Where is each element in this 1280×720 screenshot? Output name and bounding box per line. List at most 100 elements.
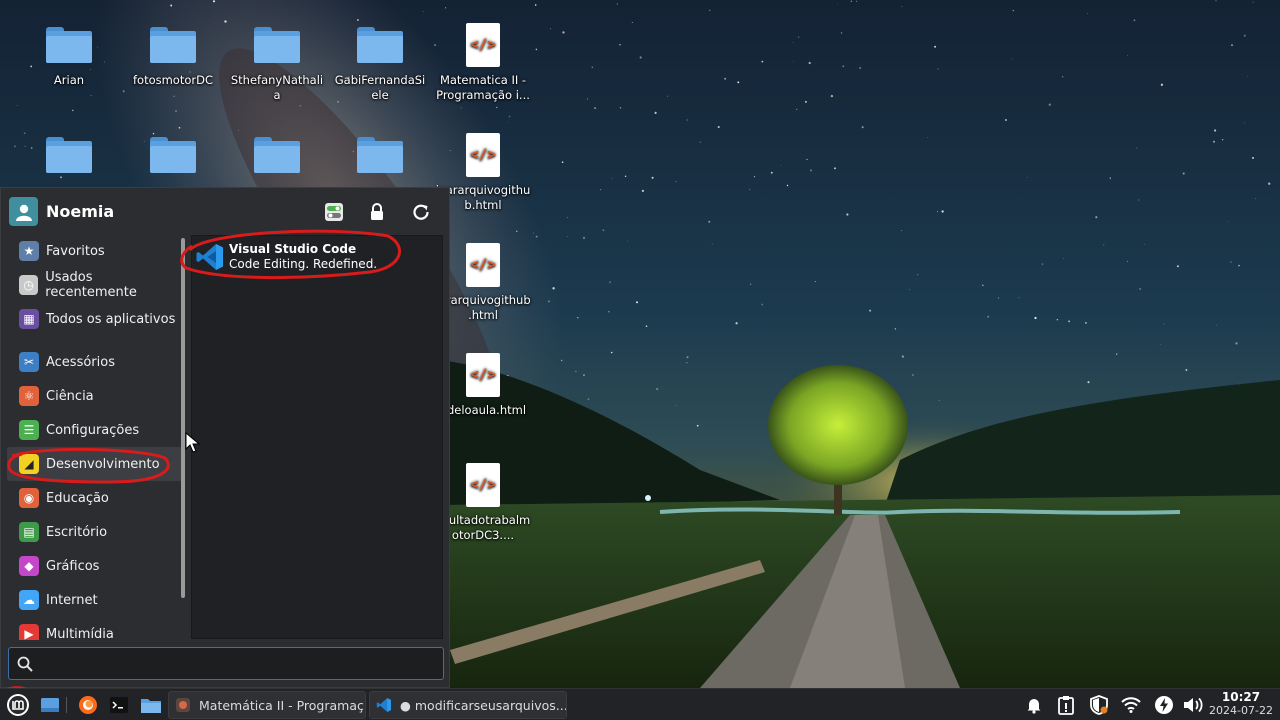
volume-button[interactable]	[1182, 693, 1206, 717]
network-button[interactable]	[1119, 693, 1143, 717]
logout-button[interactable]	[409, 200, 433, 224]
desktop-folder[interactable]	[21, 130, 117, 183]
folder-icon	[229, 20, 325, 70]
category-item[interactable]: ★ Favoritos	[7, 234, 183, 268]
window-button-vscode[interactable]: ● modificarseusarquivos....	[369, 691, 567, 719]
application-menu: Noemia ★ Favoritos ◷ Usados recentemente ▦ To…	[0, 187, 450, 688]
desktop-folder[interactable]: GabiFernandaSiele	[332, 20, 428, 103]
desktop-folder[interactable]: SthefanyNathalia	[229, 20, 325, 103]
desktop-folder[interactable]	[332, 130, 428, 183]
search-icon	[17, 656, 33, 672]
html-file-icon: </>	[435, 20, 531, 70]
desktop-icon-label: Arian	[53, 73, 85, 87]
folder-icon	[21, 20, 117, 70]
start-menu-button[interactable]	[4, 692, 32, 718]
category-separator	[7, 336, 183, 345]
category-scrollbar[interactable]	[181, 238, 185, 598]
terminal-icon	[110, 697, 128, 713]
notifications-button[interactable]	[1022, 693, 1046, 717]
power-bolt-icon	[1155, 696, 1173, 714]
category-label: Multimídia	[46, 626, 114, 641]
clock-date: 2024-07-22	[1209, 704, 1273, 717]
window-title: ● modificarseusarquivos....	[400, 697, 567, 713]
folder-icon	[332, 130, 428, 180]
grid-icon: ▦	[19, 309, 39, 329]
category-label: Favoritos	[46, 243, 105, 259]
bell-icon	[1027, 699, 1041, 714]
category-item[interactable]: ◢ Desenvolvimento	[7, 447, 183, 481]
power-manager-button[interactable]	[1152, 693, 1176, 717]
firefox-launcher[interactable]	[76, 692, 100, 718]
lock-icon	[371, 203, 383, 220]
category-item[interactable]: ☰ Configurações	[7, 413, 183, 447]
settings-icon	[325, 203, 343, 221]
app-name: Visual Studio Code	[229, 242, 357, 256]
folder-icon	[125, 20, 221, 70]
desktop-folder[interactable]	[229, 130, 325, 183]
office-icon: ▤	[19, 522, 39, 542]
desktop-folder[interactable]: Arian	[21, 20, 117, 88]
vscode-icon	[196, 244, 223, 270]
category-item[interactable]: ☁ Internet	[7, 583, 183, 617]
category-list: ★ Favoritos ◷ Usados recentemente ▦ Todos os …	[7, 234, 183, 640]
category-item[interactable]: ◆ Gráficos	[7, 549, 183, 583]
application-list: Visual Studio Code Code Editing. Redefin…	[191, 235, 443, 639]
app-description: Code Editing. Redefined.	[229, 257, 378, 271]
category-item[interactable]: ✂ Acessórios	[7, 345, 183, 379]
folder-icon	[229, 130, 325, 180]
username-label: Noemia	[46, 202, 115, 221]
desktop-folder[interactable]	[125, 130, 221, 183]
file-manager-launcher[interactable]	[139, 692, 163, 718]
category-label: Educação	[46, 490, 109, 506]
window-button-browser[interactable]: Matemática II - Programaç...	[168, 691, 366, 719]
category-item[interactable]: ⚛ Ciência	[7, 379, 183, 413]
app-item-vscode[interactable]: Visual Studio Code Code Editing. Redefin…	[195, 239, 440, 275]
category-label: Internet	[46, 592, 98, 608]
clipboard-button[interactable]	[1054, 693, 1078, 717]
category-item[interactable]: ◷ Usados recentemente	[7, 268, 183, 302]
desktop-icon-label: GabiFernandaSiele	[334, 73, 426, 102]
category-label: Desenvolvimento	[46, 456, 160, 472]
category-label: Usados recentemente	[45, 270, 137, 300]
desktop-icon-label: Matematica II - Programação i...	[436, 73, 530, 102]
folder-icon	[125, 130, 221, 180]
category-item[interactable]: ▶ Multimídia	[7, 617, 183, 640]
clock-time: 10:27	[1221, 690, 1261, 704]
category-label: Ciência	[46, 388, 94, 404]
show-desktop-button[interactable]	[38, 692, 62, 718]
user-icon	[15, 204, 32, 221]
search-box[interactable]	[8, 647, 444, 680]
lock-screen-button[interactable]	[365, 200, 389, 224]
terminal-launcher[interactable]	[107, 692, 131, 718]
taskbar: Matemática II - Programaç... ● modificar…	[0, 688, 1280, 720]
category-item[interactable]: ▦ Todos os aplicativos	[7, 302, 183, 336]
desktop-folder[interactable]: fotosmotorDC	[125, 20, 221, 88]
education-icon: ◉	[19, 488, 39, 508]
shield-icon	[1090, 695, 1108, 715]
category-item[interactable]: ◉ Educação	[7, 481, 183, 515]
category-label: Acessórios	[46, 354, 115, 370]
mint-logo-icon	[7, 694, 29, 716]
clock-icon: ◷	[19, 275, 39, 295]
user-avatar[interactable]	[9, 197, 38, 226]
folder-icon	[141, 699, 161, 713]
volume-icon	[1184, 697, 1203, 713]
category-label: Escritório	[46, 524, 108, 540]
clipboard-icon	[1058, 696, 1074, 715]
clock[interactable]: 10:27 2024-07-22	[1206, 690, 1276, 718]
vscode-icon	[376, 698, 391, 712]
desktop-icon	[41, 698, 59, 712]
category-item[interactable]: ▤ Escritório	[7, 515, 183, 549]
folder-icon	[21, 130, 117, 180]
taskbar-separator	[66, 697, 67, 713]
folder-icon	[332, 20, 428, 70]
update-manager-button[interactable]	[1087, 693, 1111, 717]
category-label: Gráficos	[46, 558, 100, 574]
search-input[interactable]	[39, 656, 443, 671]
scissors-icon: ✂	[19, 352, 39, 372]
desktop-html-file[interactable]: </> Matematica II - Programação i...	[435, 20, 531, 103]
settings-button[interactable]	[322, 200, 346, 224]
desktop-icon-label: fotosmotorDC	[132, 73, 214, 87]
firefox-icon	[79, 696, 97, 714]
html-file-icon: </>	[435, 130, 531, 180]
